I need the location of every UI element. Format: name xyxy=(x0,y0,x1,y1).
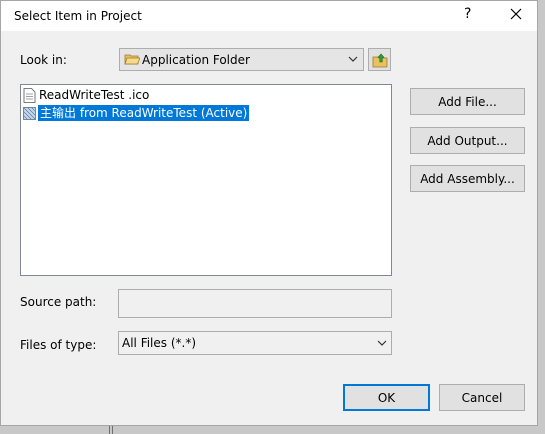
chevron-down-icon xyxy=(377,340,387,346)
folder-open-icon xyxy=(124,54,140,65)
look-in-value: Application Folder xyxy=(142,53,250,67)
files-of-type-value: All Files (*.*) xyxy=(122,336,197,350)
close-icon[interactable] xyxy=(506,4,526,24)
help-button[interactable]: ? xyxy=(464,6,471,22)
look-in-label: Look in: xyxy=(20,53,67,67)
document-icon xyxy=(23,88,36,103)
files-of-type-dropdown[interactable]: All Files (*.*) xyxy=(118,331,392,355)
source-path-field[interactable] xyxy=(118,289,392,318)
background-window-edge xyxy=(109,426,113,434)
add-assembly-button[interactable]: Add Assembly... xyxy=(410,165,525,192)
up-one-level-button[interactable] xyxy=(368,48,391,71)
chevron-down-icon xyxy=(348,56,358,62)
list-item-label: ReadWriteTest .ico xyxy=(39,88,150,102)
folder-up-icon xyxy=(372,53,388,68)
list-item-label: 主输出 from ReadWriteTest (Active) xyxy=(36,104,251,122)
file-list[interactable]: ReadWriteTest .ico 主输出 from ReadWriteTes… xyxy=(20,84,392,276)
dialog-title: Select Item in Project xyxy=(14,9,142,23)
cancel-button[interactable]: Cancel xyxy=(439,384,525,411)
ok-button[interactable]: OK xyxy=(343,384,430,411)
select-item-dialog: Select Item in Project ? Look in: Applic… xyxy=(0,0,538,426)
files-of-type-label: Files of type: xyxy=(20,338,97,352)
source-path-label: Source path: xyxy=(20,295,97,309)
add-file-button[interactable]: Add File... xyxy=(410,88,525,115)
add-output-button[interactable]: Add Output... xyxy=(410,127,525,154)
title-bar: Select Item in Project ? xyxy=(1,1,537,31)
primary-output-icon xyxy=(23,107,36,120)
look-in-dropdown[interactable]: Application Folder xyxy=(119,48,364,71)
